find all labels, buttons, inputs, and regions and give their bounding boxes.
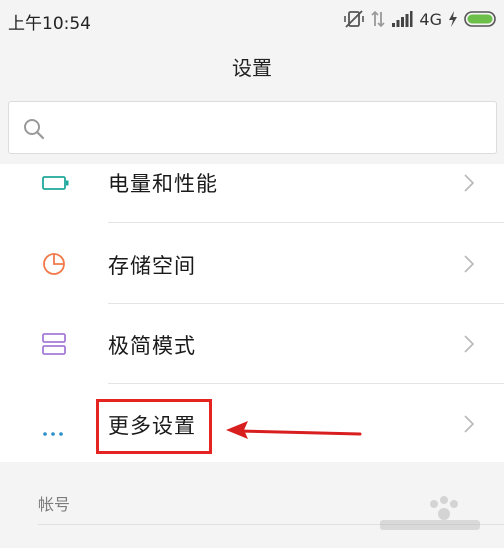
simple-mode-icon (42, 333, 66, 359)
chevron-right-icon (464, 335, 475, 357)
signal-strength-icon (391, 10, 413, 28)
divider (108, 222, 504, 223)
annotation-arrow-icon (224, 418, 364, 446)
list-item-battery-performance[interactable]: 电量和性能 (0, 146, 504, 226)
list-item-label: 极简模式 (108, 334, 196, 358)
status-time: 上午10:54 (8, 14, 91, 34)
status-bar: 上午10:54 4G (0, 0, 504, 40)
section-header-account: 帐号 (38, 495, 71, 514)
chevron-right-icon (464, 415, 475, 437)
network-type: 4G (419, 9, 442, 29)
storage-pie-icon (42, 252, 66, 280)
status-icons: 4G (343, 7, 498, 31)
page-title: 设置 (232, 55, 272, 80)
annotation-highlight-box (96, 399, 212, 454)
list-item-label: 电量和性能 (108, 172, 218, 196)
charging-icon (448, 10, 458, 28)
battery-icon (464, 10, 498, 28)
chevron-right-icon (464, 255, 475, 277)
battery-icon (42, 175, 70, 195)
list-item-storage[interactable]: 存储空间 (0, 224, 504, 304)
watermark-logo-icon (372, 490, 492, 534)
list-item-simple-mode[interactable]: 极简模式 (0, 304, 504, 384)
search-icon (23, 118, 45, 144)
data-transfer-icon (371, 9, 385, 29)
vibrate-off-icon (343, 9, 365, 29)
list-item-label: 存储空间 (108, 254, 196, 278)
title-bar: 设置 (0, 40, 504, 92)
chevron-right-icon (464, 174, 475, 196)
more-dots-icon (42, 422, 64, 441)
